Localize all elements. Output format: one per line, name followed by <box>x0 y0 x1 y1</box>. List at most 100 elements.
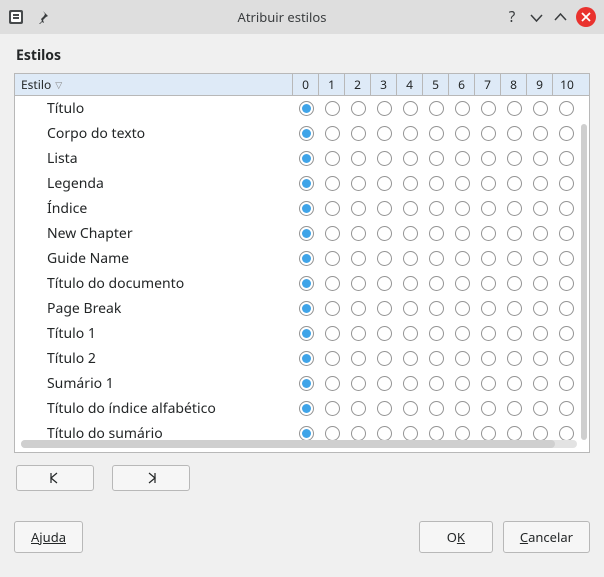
level-radio[interactable] <box>429 201 444 216</box>
level-radio[interactable] <box>351 251 366 266</box>
level-radio[interactable] <box>351 226 366 241</box>
level-radio[interactable] <box>377 276 392 291</box>
level-radio[interactable] <box>403 326 418 341</box>
level-radio[interactable] <box>429 251 444 266</box>
demote-button[interactable] <box>16 465 94 491</box>
level-radio[interactable] <box>403 301 418 316</box>
level-radio[interactable] <box>507 351 522 366</box>
level-radio[interactable] <box>481 201 496 216</box>
level-radio[interactable] <box>299 126 314 141</box>
level-radio[interactable] <box>455 326 470 341</box>
style-name-label[interactable]: Título do índice alfabético <box>15 399 293 418</box>
level-radio[interactable] <box>507 151 522 166</box>
style-name-label[interactable]: New Chapter <box>15 224 293 243</box>
level-radio[interactable] <box>403 251 418 266</box>
help-icon[interactable]: ? <box>504 9 520 25</box>
level-radio[interactable] <box>325 276 340 291</box>
level-radio[interactable] <box>325 201 340 216</box>
header-level-0[interactable]: 0 <box>293 74 319 95</box>
level-radio[interactable] <box>351 401 366 416</box>
scrollbar-vertical[interactable] <box>581 124 587 440</box>
level-radio[interactable] <box>559 376 574 391</box>
level-radio[interactable] <box>533 201 548 216</box>
level-radio[interactable] <box>403 201 418 216</box>
level-radio[interactable] <box>455 201 470 216</box>
style-name-label[interactable]: Índice <box>15 199 293 218</box>
level-radio[interactable] <box>559 176 574 191</box>
level-radio[interactable] <box>559 126 574 141</box>
style-name-label[interactable]: Corpo do texto <box>15 124 293 143</box>
level-radio[interactable] <box>455 101 470 116</box>
level-radio[interactable] <box>299 176 314 191</box>
level-radio[interactable] <box>403 176 418 191</box>
close-button[interactable] <box>576 7 596 27</box>
level-radio[interactable] <box>377 351 392 366</box>
scrollbar-horizontal-track[interactable] <box>21 440 577 448</box>
style-name-label[interactable]: Lista <box>15 149 293 168</box>
level-radio[interactable] <box>351 101 366 116</box>
level-radio[interactable] <box>481 401 496 416</box>
level-radio[interactable] <box>351 376 366 391</box>
level-radio[interactable] <box>377 301 392 316</box>
level-radio[interactable] <box>325 151 340 166</box>
level-radio[interactable] <box>429 176 444 191</box>
level-radio[interactable] <box>403 276 418 291</box>
header-level-4[interactable]: 4 <box>397 74 423 95</box>
minimize-icon[interactable] <box>528 9 544 25</box>
style-name-label[interactable]: Guide Name <box>15 249 293 268</box>
level-radio[interactable] <box>325 376 340 391</box>
header-level-8[interactable]: 8 <box>501 74 527 95</box>
level-radio[interactable] <box>403 426 418 441</box>
level-radio[interactable] <box>455 301 470 316</box>
maximize-icon[interactable] <box>552 9 568 25</box>
level-radio[interactable] <box>429 426 444 441</box>
level-radio[interactable] <box>299 401 314 416</box>
level-radio[interactable] <box>455 426 470 441</box>
level-radio[interactable] <box>299 276 314 291</box>
level-radio[interactable] <box>299 301 314 316</box>
level-radio[interactable] <box>481 126 496 141</box>
level-radio[interactable] <box>299 426 314 441</box>
level-radio[interactable] <box>455 276 470 291</box>
level-radio[interactable] <box>377 201 392 216</box>
level-radio[interactable] <box>559 326 574 341</box>
level-radio[interactable] <box>351 276 366 291</box>
level-radio[interactable] <box>403 101 418 116</box>
level-radio[interactable] <box>299 151 314 166</box>
level-radio[interactable] <box>481 301 496 316</box>
level-radio[interactable] <box>325 401 340 416</box>
level-radio[interactable] <box>403 126 418 141</box>
level-radio[interactable] <box>481 326 496 341</box>
level-radio[interactable] <box>507 426 522 441</box>
style-name-label[interactable]: Sumário 1 <box>15 374 293 393</box>
level-radio[interactable] <box>507 251 522 266</box>
level-radio[interactable] <box>351 301 366 316</box>
level-radio[interactable] <box>507 301 522 316</box>
level-radio[interactable] <box>559 276 574 291</box>
level-radio[interactable] <box>559 151 574 166</box>
level-radio[interactable] <box>533 351 548 366</box>
level-radio[interactable] <box>559 301 574 316</box>
style-name-label[interactable]: Page Break <box>15 299 293 318</box>
header-level-5[interactable]: 5 <box>423 74 449 95</box>
level-radio[interactable] <box>429 301 444 316</box>
level-radio[interactable] <box>481 176 496 191</box>
level-radio[interactable] <box>559 401 574 416</box>
promote-button[interactable] <box>112 465 190 491</box>
level-radio[interactable] <box>377 376 392 391</box>
level-radio[interactable] <box>533 251 548 266</box>
level-radio[interactable] <box>299 251 314 266</box>
level-radio[interactable] <box>403 151 418 166</box>
level-radio[interactable] <box>351 326 366 341</box>
level-radio[interactable] <box>533 176 548 191</box>
style-name-label[interactable]: Legenda <box>15 174 293 193</box>
level-radio[interactable] <box>299 226 314 241</box>
level-radio[interactable] <box>299 376 314 391</box>
level-radio[interactable] <box>325 351 340 366</box>
level-radio[interactable] <box>377 226 392 241</box>
pin-icon[interactable] <box>34 9 50 25</box>
level-radio[interactable] <box>429 351 444 366</box>
level-radio[interactable] <box>507 401 522 416</box>
level-radio[interactable] <box>481 101 496 116</box>
level-radio[interactable] <box>351 126 366 141</box>
